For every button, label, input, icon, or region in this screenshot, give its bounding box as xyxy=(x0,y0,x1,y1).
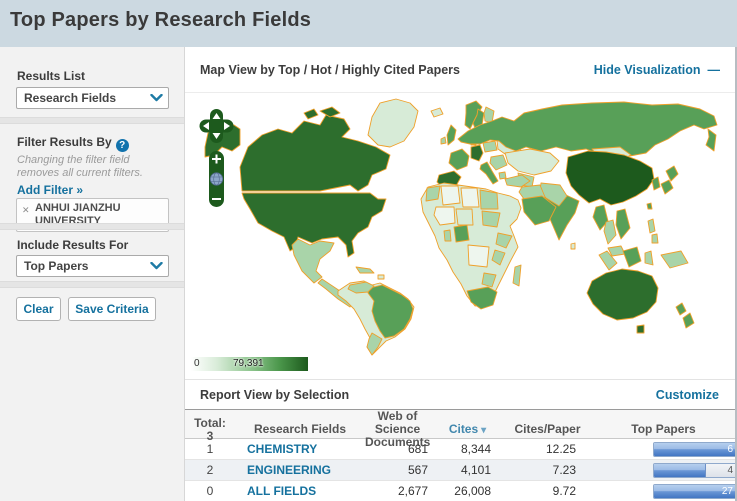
filter-note: Changing the filter field removes all cu… xyxy=(17,154,143,179)
map-panel-header: Map View by Top / Hot / Highly Cited Pap… xyxy=(185,47,737,93)
map-navigation-controls xyxy=(199,109,234,207)
map-region-oceania xyxy=(586,218,695,334)
research-field-link[interactable]: ENGINEERING xyxy=(247,463,331,477)
world-map-area: 0 79,391 xyxy=(185,93,737,379)
save-criteria-button[interactable]: Save Criteria xyxy=(68,297,156,321)
column-header-cites-sorted[interactable]: Cites ▾ xyxy=(430,422,505,437)
cites-per-paper-cell: 9.72 xyxy=(552,484,576,498)
table-header-row: Total: 3 Research Fields Web of Science … xyxy=(185,409,737,449)
report-panel-header: Report View by Selection Customize xyxy=(185,380,737,409)
results-list-selected-value: Research Fields xyxy=(24,91,117,105)
legend-max-label: 79,391 xyxy=(233,358,264,369)
column-header-total: Total: 3 xyxy=(194,415,226,443)
top-papers-value: 27 xyxy=(721,485,733,497)
results-list-label: Results List xyxy=(17,69,86,83)
column-header-research-fields[interactable]: Research Fields xyxy=(235,423,365,436)
globe-icon xyxy=(209,172,224,186)
zoom-control[interactable] xyxy=(209,151,224,207)
include-results-select[interactable]: Top Papers xyxy=(16,255,169,277)
include-results-label: Include Results For xyxy=(17,238,129,252)
esi-application-window: Top Papers by Research Fields Results Li… xyxy=(0,0,737,501)
map-region-south-america xyxy=(337,280,415,356)
rank-cell: 1 xyxy=(206,442,214,456)
bar-fill xyxy=(654,442,736,456)
filter-sidebar: Results List Research Fields Filter Resu… xyxy=(0,47,185,501)
page-header: Top Papers by Research Fields xyxy=(0,0,737,47)
main-content: Map View by Top / Hot / Highly Cited Pap… xyxy=(185,47,737,501)
legend-min-label: 0 xyxy=(194,358,200,369)
help-icon[interactable]: ? xyxy=(115,139,129,152)
top-papers-bar: 27 xyxy=(653,483,737,499)
sidebar-divider xyxy=(0,223,184,230)
pan-control[interactable] xyxy=(199,109,234,143)
choropleth-legend: 0 79,391 xyxy=(191,357,308,371)
column-header-cites-per-paper[interactable]: Cites/Paper xyxy=(505,423,590,436)
rank-cell: 0 xyxy=(206,484,214,498)
rank-cell: 2 xyxy=(206,463,214,477)
cites-cell: 4,101 xyxy=(460,463,491,477)
cites-cell: 26,008 xyxy=(454,484,491,498)
cites-per-paper-cell: 7.23 xyxy=(552,463,576,477)
world-map-choropleth[interactable] xyxy=(185,93,737,379)
chevron-down-icon xyxy=(144,94,168,102)
report-panel: Report View by Selection Customize Total… xyxy=(185,379,737,501)
top-papers-value: 6 xyxy=(727,443,733,455)
docs-cell: 567 xyxy=(407,463,428,477)
docs-cell: 681 xyxy=(407,442,428,456)
remove-filter-icon[interactable]: ✕ xyxy=(22,204,30,217)
sort-descending-icon: ▾ xyxy=(481,424,487,436)
table-row: 0 ALL FIELDS 2,677 26,008 9.72 27 xyxy=(185,481,737,501)
table-row: 2 ENGINEERING 567 4,101 7.23 4 xyxy=(185,460,737,481)
bar-fill xyxy=(654,463,706,477)
map-region-africa xyxy=(420,182,522,310)
sidebar-divider xyxy=(0,281,184,288)
top-papers-bar: 4 xyxy=(653,462,737,478)
map-view-title: Map View by Top / Hot / Highly Cited Pap… xyxy=(200,63,460,77)
add-filter-link[interactable]: Add Filter » xyxy=(17,183,83,197)
cites-cell: 8,344 xyxy=(460,442,491,456)
map-region-north-america xyxy=(204,98,419,308)
research-field-link[interactable]: ALL FIELDS xyxy=(247,484,316,498)
collapse-icon[interactable]: — xyxy=(708,63,720,77)
include-results-selected-value: Top Papers xyxy=(24,259,89,273)
column-header-top-papers[interactable]: Top Papers xyxy=(590,423,737,436)
report-view-title: Report View by Selection xyxy=(200,388,350,402)
docs-cell: 2,677 xyxy=(397,484,428,498)
filter-results-label: Filter Results By? xyxy=(17,135,129,152)
hide-visualization-link[interactable]: Hide Visualization — xyxy=(594,63,720,77)
chevron-down-icon xyxy=(144,262,168,270)
top-papers-bar: 6 xyxy=(653,441,737,457)
clear-button[interactable]: Clear xyxy=(16,297,61,321)
cites-per-paper-cell: 12.25 xyxy=(545,442,576,456)
page-title: Top Papers by Research Fields xyxy=(10,9,312,31)
research-field-link[interactable]: CHEMISTRY xyxy=(247,442,317,456)
table-row: 1 CHEMISTRY 681 8,344 12.25 6 xyxy=(185,439,737,460)
sidebar-divider xyxy=(0,117,184,124)
results-list-select[interactable]: Research Fields xyxy=(16,87,169,109)
customize-link[interactable]: Customize xyxy=(656,388,719,402)
results-table: Total: 3 Research Fields Web of Science … xyxy=(185,409,737,501)
top-papers-value: 4 xyxy=(727,464,733,476)
